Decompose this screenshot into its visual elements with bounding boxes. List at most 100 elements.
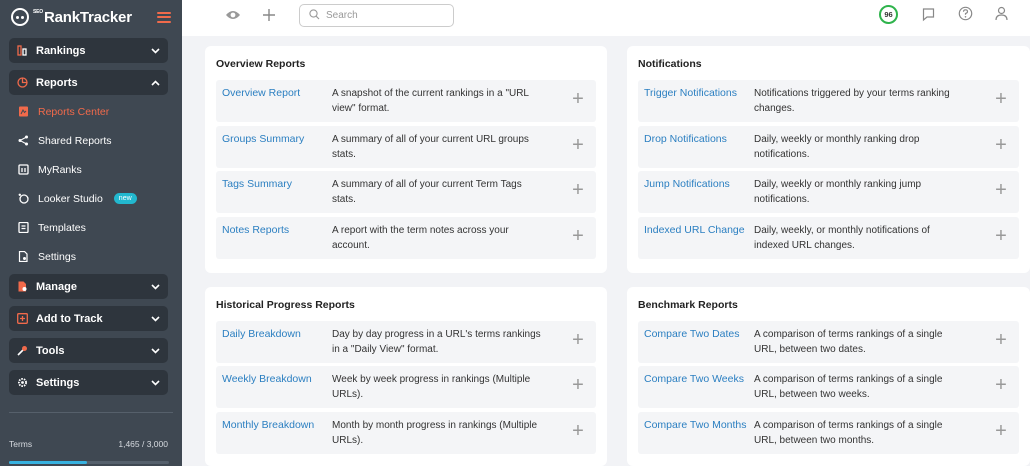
report-link[interactable]: Compare Two Dates <box>644 328 740 340</box>
report-row[interactable]: Daily Breakdown Day by day progress in a … <box>216 321 596 363</box>
report-row[interactable]: Trigger Notifications Notifications trigg… <box>638 80 1019 122</box>
nav-manage-label: Manage <box>36 280 77 293</box>
add-icon[interactable]: + <box>570 330 586 350</box>
report-desc: Day by day progress in a URL's terms ran… <box>332 329 541 355</box>
eye-icon[interactable] <box>225 9 241 24</box>
report-link[interactable]: Jump Notifications <box>644 178 730 190</box>
add-icon[interactable]: + <box>570 135 586 155</box>
add-icon[interactable]: + <box>993 180 1009 200</box>
search-box <box>299 4 454 27</box>
flag-icon[interactable] <box>922 8 935 25</box>
chevron-down-icon <box>151 282 160 292</box>
new-badge: new <box>113 193 137 204</box>
add-icon[interactable]: + <box>570 226 586 246</box>
add-icon[interactable]: + <box>993 421 1009 441</box>
terms-label: Terms <box>9 439 33 449</box>
card-title: Historical Progress Reports <box>216 299 355 311</box>
settings-gear-icon <box>17 377 28 388</box>
nav-reports-center[interactable]: Reports Center <box>9 97 168 126</box>
logo-row: SEORankTracker <box>0 0 182 34</box>
nav-looker-studio[interactable]: Looker Studio new <box>9 184 168 213</box>
nav-rankings[interactable]: Rankings <box>9 38 168 63</box>
nav-add-to-track[interactable]: Add to Track <box>9 306 168 331</box>
nav-reports-center-label: Reports Center <box>38 105 110 118</box>
add-icon[interactable]: + <box>570 375 586 395</box>
plus-icon[interactable] <box>262 8 276 25</box>
report-row[interactable]: Compare Two Weeks A comparison of terms r… <box>638 366 1019 408</box>
manage-icon <box>17 281 28 292</box>
chevron-down-icon <box>151 314 160 324</box>
divider <box>9 412 173 413</box>
report-desc: A comparison of terms rankings of a sing… <box>754 420 943 446</box>
nav-reports[interactable]: Reports <box>9 70 168 95</box>
add-icon[interactable]: + <box>993 226 1009 246</box>
menu-toggle-icon[interactable] <box>157 11 171 23</box>
nav-shared-reports-label: Shared Reports <box>38 134 112 147</box>
nav-templates[interactable]: Templates <box>9 213 168 242</box>
report-row[interactable]: Groups Summary A summary of all of your c… <box>216 126 596 168</box>
add-icon[interactable]: + <box>570 89 586 109</box>
report-link[interactable]: Trigger Notifications <box>644 87 737 99</box>
report-desc: Daily, weekly or monthly ranking drop no… <box>754 134 920 160</box>
report-row[interactable]: Monthly Breakdown Month by month progress… <box>216 412 596 454</box>
terms-progress-fill <box>9 461 88 464</box>
report-link[interactable]: Drop Notifications <box>644 133 727 145</box>
myranks-icon <box>18 164 29 175</box>
add-icon[interactable]: + <box>570 421 586 441</box>
report-link[interactable]: Daily Breakdown <box>222 328 301 340</box>
nav-settings[interactable]: Settings <box>9 370 168 395</box>
report-row[interactable]: Indexed URL Change Daily, weekly, or mont… <box>638 217 1019 259</box>
report-link[interactable]: Weekly Breakdown <box>222 373 312 385</box>
sidebar: SEORankTracker Rankings Reports Reports … <box>0 0 182 466</box>
report-desc: A report with the term notes across your… <box>332 225 509 251</box>
add-icon[interactable]: + <box>993 89 1009 109</box>
report-link[interactable]: Overview Report <box>222 87 300 99</box>
report-desc: A snapshot of the current rankings in a … <box>332 88 529 114</box>
report-row[interactable]: Jump Notifications Daily, weekly or month… <box>638 171 1019 213</box>
search-input[interactable] <box>326 10 436 21</box>
chevron-up-icon <box>151 78 160 88</box>
report-link[interactable]: Monthly Breakdown <box>222 419 314 431</box>
report-link[interactable]: Groups Summary <box>222 133 304 145</box>
report-row[interactable]: Weekly Breakdown Week by week progress in… <box>216 366 596 408</box>
add-icon[interactable]: + <box>993 375 1009 395</box>
report-desc: Daily, weekly or monthly ranking jump no… <box>754 179 922 205</box>
report-row[interactable]: Drop Notifications Daily, weekly or month… <box>638 126 1019 168</box>
nav-manage[interactable]: Manage <box>9 274 168 299</box>
topbar: 96 <box>182 0 1030 36</box>
tools-icon <box>17 345 28 356</box>
nav-myranks-label: MyRanks <box>38 163 82 176</box>
add-icon[interactable]: + <box>993 330 1009 350</box>
add-icon[interactable]: + <box>993 135 1009 155</box>
nav-rankings-label: Rankings <box>36 44 86 57</box>
search-icon <box>309 8 320 23</box>
nav-myranks[interactable]: MyRanks <box>9 155 168 184</box>
nav-tools[interactable]: Tools <box>9 338 168 363</box>
card-title: Benchmark Reports <box>638 299 738 311</box>
report-row[interactable]: Compare Two Dates A comparison of terms r… <box>638 321 1019 363</box>
report-link[interactable]: Compare Two Weeks <box>644 373 744 385</box>
report-row[interactable]: Notes Reports A report with the term note… <box>216 217 596 259</box>
report-link[interactable]: Notes Reports <box>222 224 289 236</box>
chevron-down-icon <box>151 346 160 356</box>
report-link[interactable]: Compare Two Months <box>644 419 747 431</box>
chevron-down-icon <box>151 46 160 56</box>
report-link[interactable]: Indexed URL Change <box>644 224 745 236</box>
app-logo[interactable]: SEORankTracker <box>11 8 132 26</box>
report-row[interactable]: Compare Two Months A comparison of terms … <box>638 412 1019 454</box>
terms-progress-bar <box>9 461 169 464</box>
report-link[interactable]: Tags Summary <box>222 178 292 190</box>
user-icon[interactable] <box>995 6 1008 24</box>
overview-reports-card: Overview Reports Overview Report A snapsh… <box>205 46 607 273</box>
report-desc: Week by week progress in rankings (Multi… <box>332 374 531 400</box>
logo-icon <box>11 8 29 26</box>
report-row[interactable]: Tags Summary A summary of all of your cur… <box>216 171 596 213</box>
nav-reports-settings[interactable]: Settings <box>9 242 168 271</box>
nav-templates-label: Templates <box>38 221 86 234</box>
nav-shared-reports[interactable]: Shared Reports <box>9 126 168 155</box>
report-row[interactable]: Overview Report A snapshot of the current… <box>216 80 596 122</box>
score-badge[interactable]: 96 <box>879 5 898 24</box>
add-icon[interactable]: + <box>570 180 586 200</box>
report-desc: A comparison of terms rankings of a sing… <box>754 329 943 355</box>
help-icon[interactable] <box>958 6 973 24</box>
